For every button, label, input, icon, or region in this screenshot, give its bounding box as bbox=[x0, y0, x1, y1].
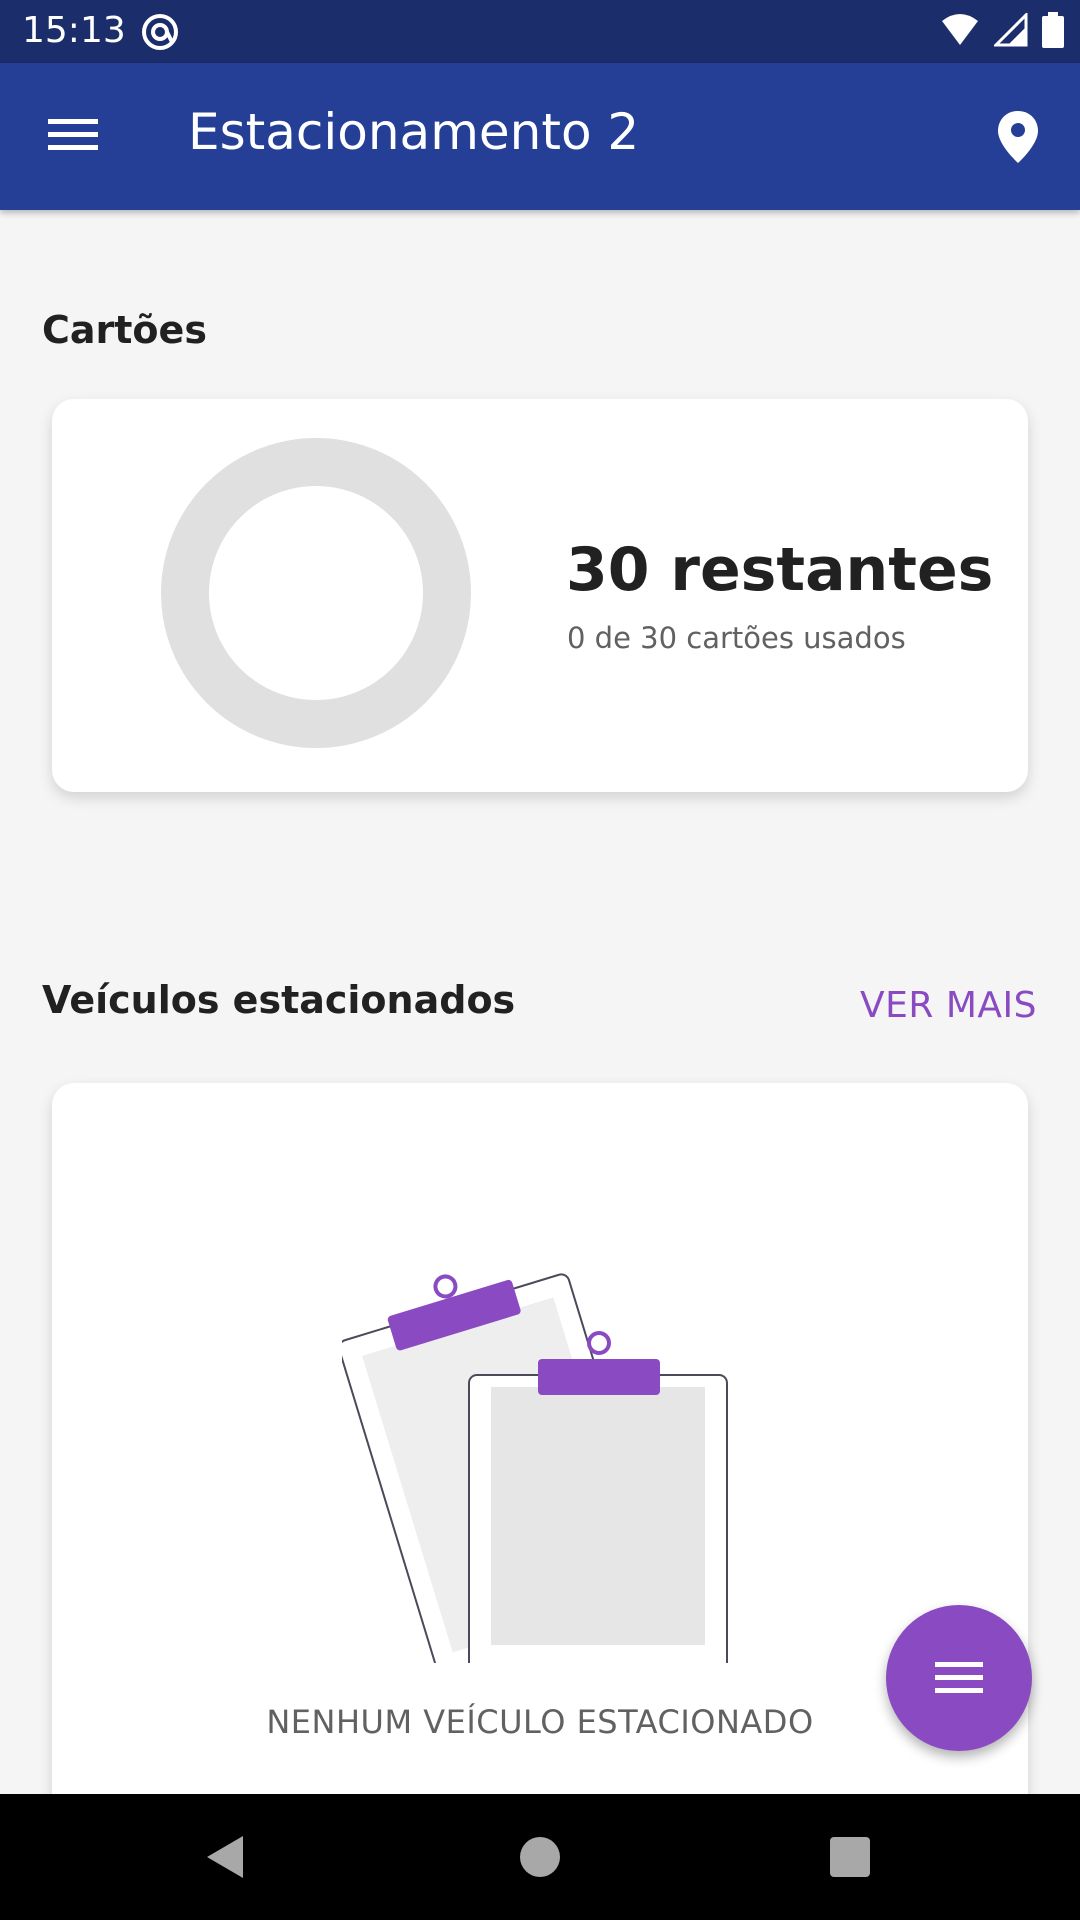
page-title: Estacionamento 2 bbox=[188, 103, 640, 161]
at-sign-icon bbox=[142, 14, 178, 50]
battery-icon bbox=[1042, 12, 1064, 48]
home-icon[interactable] bbox=[520, 1837, 560, 1877]
empty-state-message: NENHUM VEÍCULO ESTACIONADO bbox=[266, 1703, 814, 1741]
signal-icon bbox=[994, 13, 1028, 47]
parked-vehicles-card: NENHUM VEÍCULO ESTACIONADO bbox=[52, 1083, 1028, 1843]
back-icon[interactable] bbox=[205, 1834, 245, 1880]
status-time: 15:13 bbox=[22, 10, 126, 51]
cards-remaining: 30 restantes bbox=[566, 535, 994, 605]
hamburger-menu-icon[interactable] bbox=[48, 115, 98, 155]
location-pin-icon[interactable] bbox=[996, 109, 1040, 165]
cards-section-title: Cartões bbox=[42, 308, 207, 352]
status-icons bbox=[940, 12, 1064, 48]
wifi-icon bbox=[942, 14, 978, 45]
vehicles-section-title: Veículos estacionados bbox=[42, 978, 516, 1022]
app-bar: Estacionamento 2 bbox=[0, 63, 1080, 210]
menu-lines-icon bbox=[935, 1662, 983, 1693]
clipboards-icon bbox=[342, 1273, 728, 1663]
see-more-button[interactable]: VER MAIS bbox=[860, 985, 1037, 1026]
status-bar: 15:13 bbox=[0, 0, 1080, 63]
cards-usage-donut bbox=[161, 438, 471, 748]
recents-icon[interactable] bbox=[830, 1837, 870, 1877]
system-navigation-bar bbox=[0, 1794, 1080, 1920]
cards-used: 0 de 30 cartões usados bbox=[567, 621, 906, 655]
cards-summary-card: 30 restantes 0 de 30 cartões usados bbox=[52, 399, 1028, 792]
fab-menu-button[interactable] bbox=[886, 1605, 1032, 1751]
